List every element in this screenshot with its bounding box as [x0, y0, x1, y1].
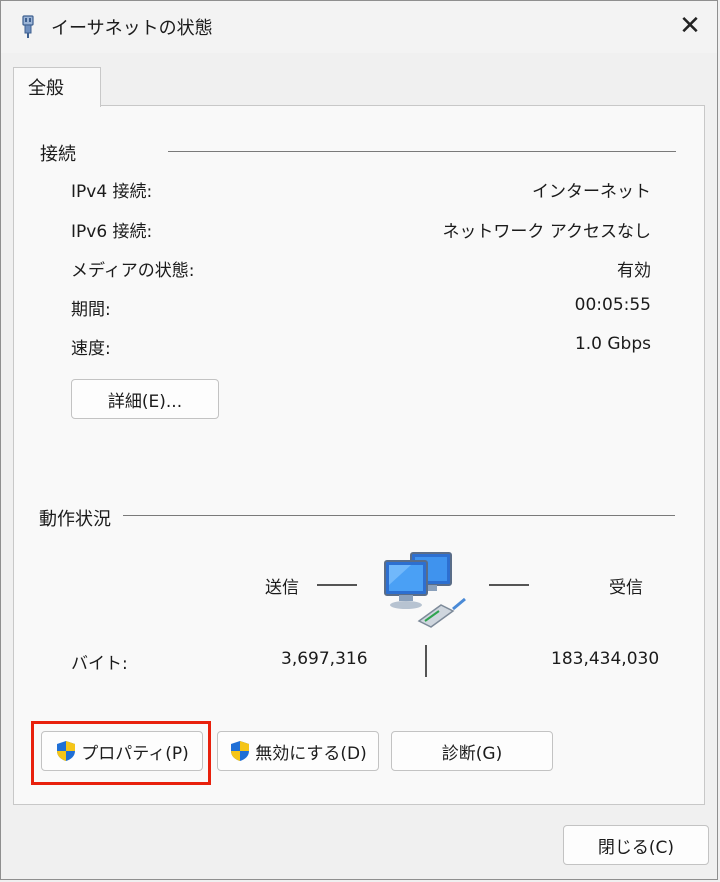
close-window-button[interactable]: ✕ [675, 11, 705, 41]
diagnose-button-label: 診断(G) [441, 743, 503, 764]
title-bar: イーサネットの状態 ✕ [1, 1, 717, 53]
received-label: 受信 [609, 578, 643, 598]
diagnose-button[interactable]: 診断(G) [391, 731, 553, 771]
window-title: イーサネットの状態 [51, 18, 213, 39]
uac-shield-icon [57, 741, 76, 761]
bytes-received-value: 183,434,030 [551, 649, 660, 669]
ipv6-value: ネットワーク アクセスなし [442, 222, 651, 242]
ipv6-label: IPv6 接続: [71, 222, 153, 242]
disable-button[interactable]: 無効にする(D) [217, 731, 379, 771]
network-computers-icon [384, 552, 466, 628]
general-panel: 接続 [13, 105, 705, 805]
ipv4-value: インターネット [532, 182, 651, 202]
close-button[interactable]: 閉じる(C) [563, 825, 709, 865]
details-button[interactable]: 詳細(E)... [71, 379, 219, 419]
speed-label: 速度: [71, 339, 111, 359]
close-icon: ✕ [679, 11, 701, 41]
duration-label: 期間: [71, 300, 111, 320]
connection-group-title: 接続 [40, 140, 84, 166]
close-button-label: 閉じる(C) [597, 837, 675, 858]
tab-general[interactable]: 全般 [13, 67, 101, 107]
bytes-sent-value: 3,697,316 [281, 649, 368, 669]
speed-value: 1.0 Gbps [574, 334, 651, 354]
sent-dash [317, 584, 357, 586]
connection-group-divider [168, 151, 676, 152]
tab-general-label: 全般 [28, 78, 64, 99]
details-button-label: 詳細(E)... [107, 391, 183, 412]
activity-group-title: 動作状況 [39, 505, 119, 531]
uac-shield-icon [231, 741, 250, 761]
disable-button-label: 無効にする(D) [255, 743, 367, 764]
received-dash [489, 584, 529, 586]
duration-value: 00:05:55 [574, 295, 651, 315]
media-state-value: 有効 [617, 261, 651, 281]
media-state-label: メディアの状態: [71, 261, 195, 281]
ipv4-label: IPv4 接続: [71, 182, 153, 202]
ethernet-adapter-icon [22, 15, 34, 38]
activity-separator [425, 645, 427, 677]
bytes-label: バイト: [71, 654, 128, 674]
sent-label: 送信 [265, 578, 299, 598]
ethernet-status-window: イーサネットの状態 ✕ 全般 接続 IPv4 接続: インターネット IPv6 … [0, 0, 718, 880]
activity-group-divider [123, 515, 675, 516]
properties-button-label: プロパティ(P) [81, 743, 189, 764]
properties-button[interactable]: プロパティ(P) [41, 731, 203, 771]
